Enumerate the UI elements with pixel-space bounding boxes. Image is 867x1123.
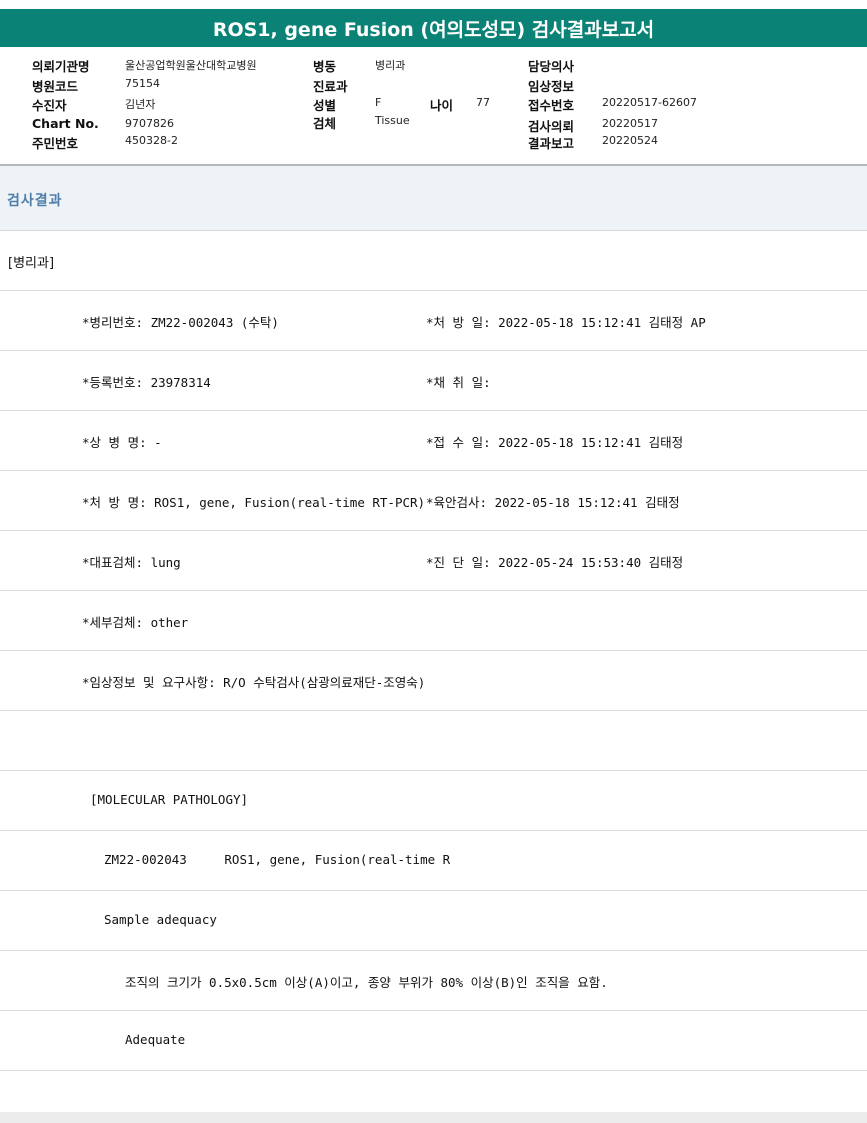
resident-no-value: 450328-2 [125, 134, 178, 147]
blank-row [0, 1071, 867, 1111]
patient-header: 의뢰기관명 울산공업학원울산대학교병원 병원코드 75154 수진자 김년자 C… [0, 50, 867, 164]
result-row: 조직의 크기가 0.5x0.5cm 이상(A)이고, 종양 부위가 80% 이상… [0, 951, 867, 1011]
result-row: *상 병 명: - *접 수 일: 2022-05-18 15:12:41 김태… [0, 411, 867, 471]
order-date: *처 방 일: 2022-05-18 15:12:41 김태정 AP [426, 315, 706, 330]
result-row: *세부검체: other [0, 591, 867, 651]
receiver-label: 수진자 [32, 98, 67, 113]
molecular-pathology-heading: [MOLECULAR PATHOLOGY] [90, 792, 249, 807]
accession-label: 접수번호 [528, 98, 575, 113]
test-line: ZM22-002043 ROS1, gene, Fusion(real-time… [104, 852, 451, 867]
chart-no-label: Chart No. [32, 116, 99, 131]
gross-exam-date: *육안검사: 2022-05-18 15:12:41 김태정 [426, 495, 680, 510]
main-specimen: *대표검체: lung [82, 555, 181, 570]
clinical-info-label: 임상정보 [528, 79, 575, 94]
pathology-number: *병리번호: ZM22-002043 (수탁) [82, 315, 279, 330]
result-row: [MOLECULAR PATHOLOGY] [0, 771, 867, 831]
report-title: ROS1, gene Fusion (여의도성모) 검사결과보고서 [0, 9, 867, 47]
sample-adequacy-result: Adequate [125, 1032, 186, 1047]
clinical-request: *임상정보 및 요구사항: R/O 수탁검사(삼광의료재단-조영숙) [82, 675, 426, 690]
doctor-label: 담당의사 [528, 59, 575, 74]
order-name: *처 방 명: ROS1, gene, Fusion(real-time RT-… [82, 495, 426, 510]
result-row: *임상정보 및 요구사항: R/O 수탁검사(삼광의료재단-조영숙) [0, 651, 867, 711]
result-row: *대표검체: lung *진 단 일: 2022-05-24 15:53:40 … [0, 531, 867, 591]
report-date-label: 결과보고 [528, 136, 575, 151]
sex-value: F [375, 96, 382, 109]
age-value: 77 [476, 96, 490, 109]
diagnosis-name: *상 병 명: - [82, 435, 162, 450]
hospital-label: 의뢰기관명 [32, 59, 90, 74]
sex-label: 성별 [313, 98, 337, 113]
sample-adequacy-title: Sample adequacy [104, 912, 217, 927]
result-row: ZM22-002043 ROS1, gene, Fusion(real-time… [0, 831, 867, 891]
registration-number: *등록번호: 23978314 [82, 375, 211, 390]
request-date-value: 20220517 [602, 117, 658, 130]
receiver-value: 김년자 [125, 98, 156, 111]
diagnosis-date: *진 단 일: 2022-05-24 15:53:40 김태정 [426, 555, 684, 570]
ward-label: 병동 [313, 59, 337, 74]
dept-row: [병리과] [0, 231, 867, 291]
result-row: *처 방 명: ROS1, gene, Fusion(real-time RT-… [0, 471, 867, 531]
footer-bar [0, 1112, 867, 1123]
report-date-value: 20220524 [602, 134, 658, 147]
age-label: 나이 [430, 98, 454, 113]
hospital-code-label: 병원코드 [32, 79, 79, 94]
dept-tag: [병리과] [8, 256, 55, 271]
blank-row [0, 711, 867, 771]
ward-value: 병리과 [375, 59, 406, 72]
department-label: 진료과 [313, 79, 348, 94]
sub-specimen: *세부검체: other [82, 615, 189, 630]
section-header: 검사결과 [0, 166, 867, 231]
specimen-value: Tissue [375, 114, 410, 127]
receipt-date: *접 수 일: 2022-05-18 15:12:41 김태정 [426, 435, 684, 450]
chart-no-value: 9707826 [125, 117, 174, 130]
collection-date: *채 취 일: [426, 375, 491, 390]
accession-value: 20220517-62607 [602, 96, 697, 109]
specimen-label: 검체 [313, 116, 337, 131]
hospital-value: 울산공업학원울산대학교병원 [125, 59, 257, 72]
section-title: 검사결과 [7, 193, 63, 209]
result-row: *병리번호: ZM22-002043 (수탁) *처 방 일: 2022-05-… [0, 291, 867, 351]
result-row: *등록번호: 23978314 *채 취 일: [0, 351, 867, 411]
hospital-code-value: 75154 [125, 77, 160, 90]
result-row: Adequate [0, 1011, 867, 1071]
sample-adequacy-criteria: 조직의 크기가 0.5x0.5cm 이상(A)이고, 종양 부위가 80% 이상… [125, 975, 608, 990]
result-row: Sample adequacy [0, 891, 867, 951]
resident-no-label: 주민번호 [32, 136, 79, 151]
